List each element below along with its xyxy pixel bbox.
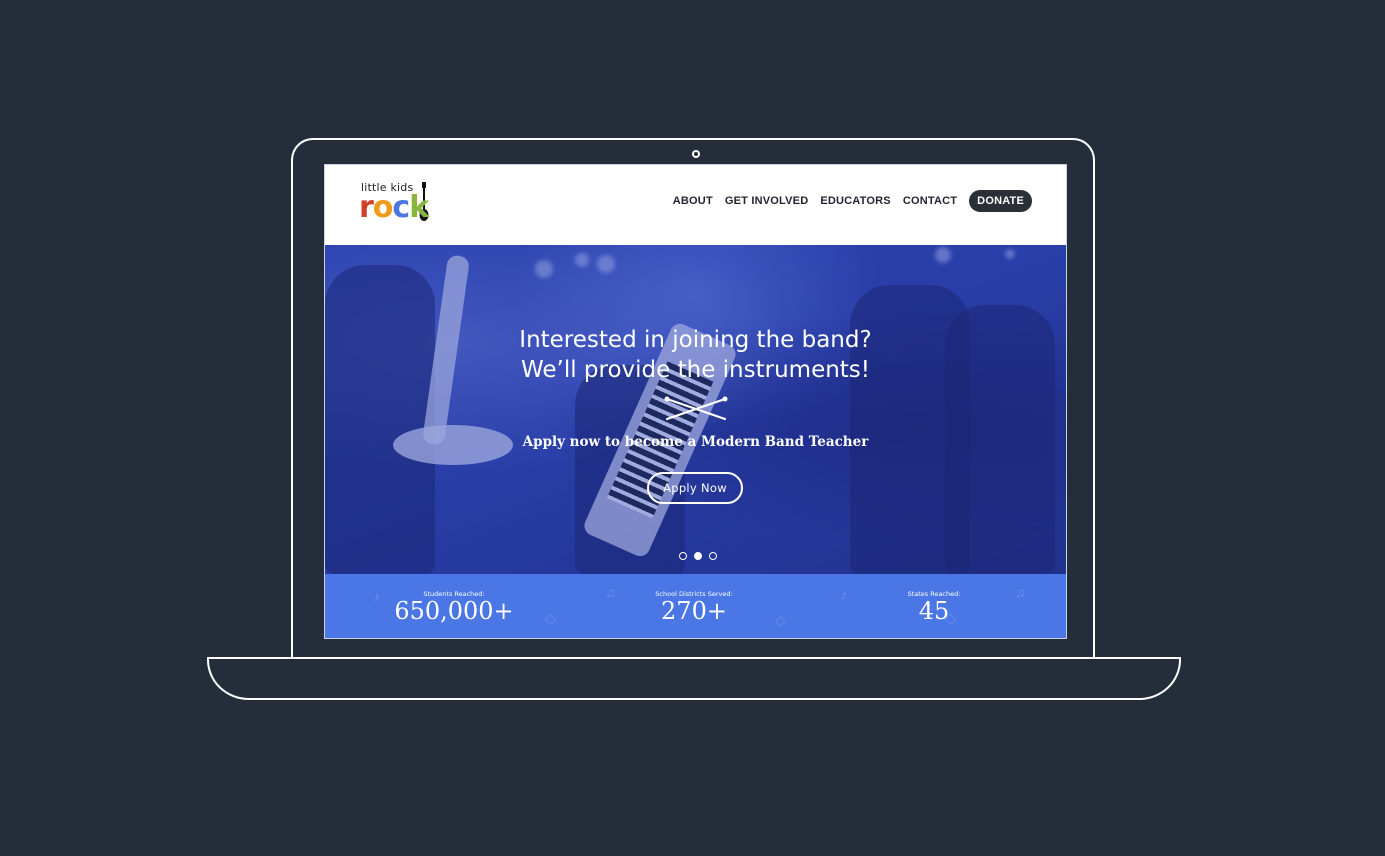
logo-letter-r: r — [359, 190, 374, 225]
slider-dot-2[interactable] — [694, 552, 702, 560]
stat-value: 650,000+ — [394, 597, 514, 625]
stat-states: States Reached: 45 — [859, 590, 1009, 624]
apply-now-button[interactable]: Apply Now — [647, 472, 743, 504]
nav-item-about[interactable]: ABOUT — [673, 195, 713, 207]
laptop-base — [207, 657, 1181, 700]
stat-students: Students Reached: 650,000+ — [379, 590, 529, 624]
hero-title-line-1: Interested in joining the band? — [519, 327, 872, 353]
site-header: little kids rock ABOUT GET INVOLVED EDUC… — [325, 165, 1066, 245]
nav-item-get-involved[interactable]: GET INVOLVED — [725, 195, 808, 207]
hero-title-line-2: We’ll provide the instruments! — [520, 357, 871, 383]
stat-value: 45 — [918, 597, 950, 625]
diamond-icon: ◇ — [545, 610, 556, 626]
logo-wordmark: rock — [359, 190, 429, 225]
camera-icon — [692, 150, 700, 158]
slider-dots — [679, 552, 724, 560]
nav-item-contact[interactable]: CONTACT — [903, 195, 957, 207]
logo-letter-c: c — [392, 190, 410, 225]
music-note-icon: ♫ — [605, 584, 616, 600]
hero-subtitle: Apply now to become a Modern Band Teache… — [522, 434, 869, 450]
logo-letter-k: k — [409, 190, 429, 225]
stat-districts: School Districts Served: 270+ — [619, 590, 769, 624]
stats-bar: ♪ ◇ ♫ ◇ ♪ ◇ ♫ Students Reached: 650,000+… — [325, 574, 1066, 638]
stat-value: 270+ — [661, 597, 727, 625]
slider-dot-3[interactable] — [709, 552, 717, 560]
diamond-icon: ◇ — [775, 612, 786, 628]
logo-letter-o: o — [372, 190, 394, 225]
donate-button[interactable]: DONATE — [969, 190, 1032, 212]
main-nav: ABOUT GET INVOLVED EDUCATORS CONTACT DON… — [661, 190, 1032, 212]
music-note-icon: ♪ — [840, 586, 847, 602]
nav-item-educators[interactable]: EDUCATORS — [820, 195, 890, 207]
logo[interactable]: little kids rock — [359, 179, 449, 223]
laptop-screen: little kids rock ABOUT GET INVOLVED EDUC… — [324, 164, 1067, 639]
slider-dot-1[interactable] — [679, 552, 687, 560]
drumsticks-icon — [664, 396, 728, 421]
hero-title: Interested in joining the band? We’ll pr… — [325, 325, 1066, 385]
music-note-icon: ♫ — [1015, 584, 1026, 600]
hero-slider: Interested in joining the band? We’ll pr… — [325, 245, 1066, 574]
